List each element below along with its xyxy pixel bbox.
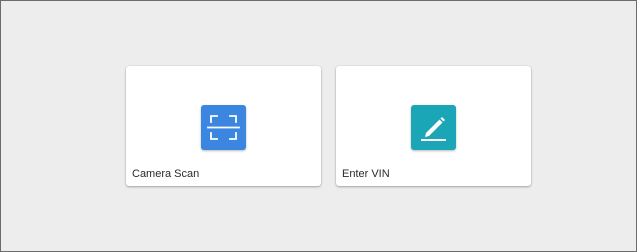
scan-frame-icon (201, 105, 246, 150)
app-window: Camera Scan Enter VIN (0, 0, 637, 252)
camera-scan-card[interactable]: Camera Scan (126, 66, 321, 186)
enter-vin-card[interactable]: Enter VIN (336, 66, 531, 186)
pencil-edit-icon (411, 105, 456, 150)
enter-vin-label: Enter VIN (342, 168, 390, 180)
camera-scan-label: Camera Scan (132, 168, 200, 180)
